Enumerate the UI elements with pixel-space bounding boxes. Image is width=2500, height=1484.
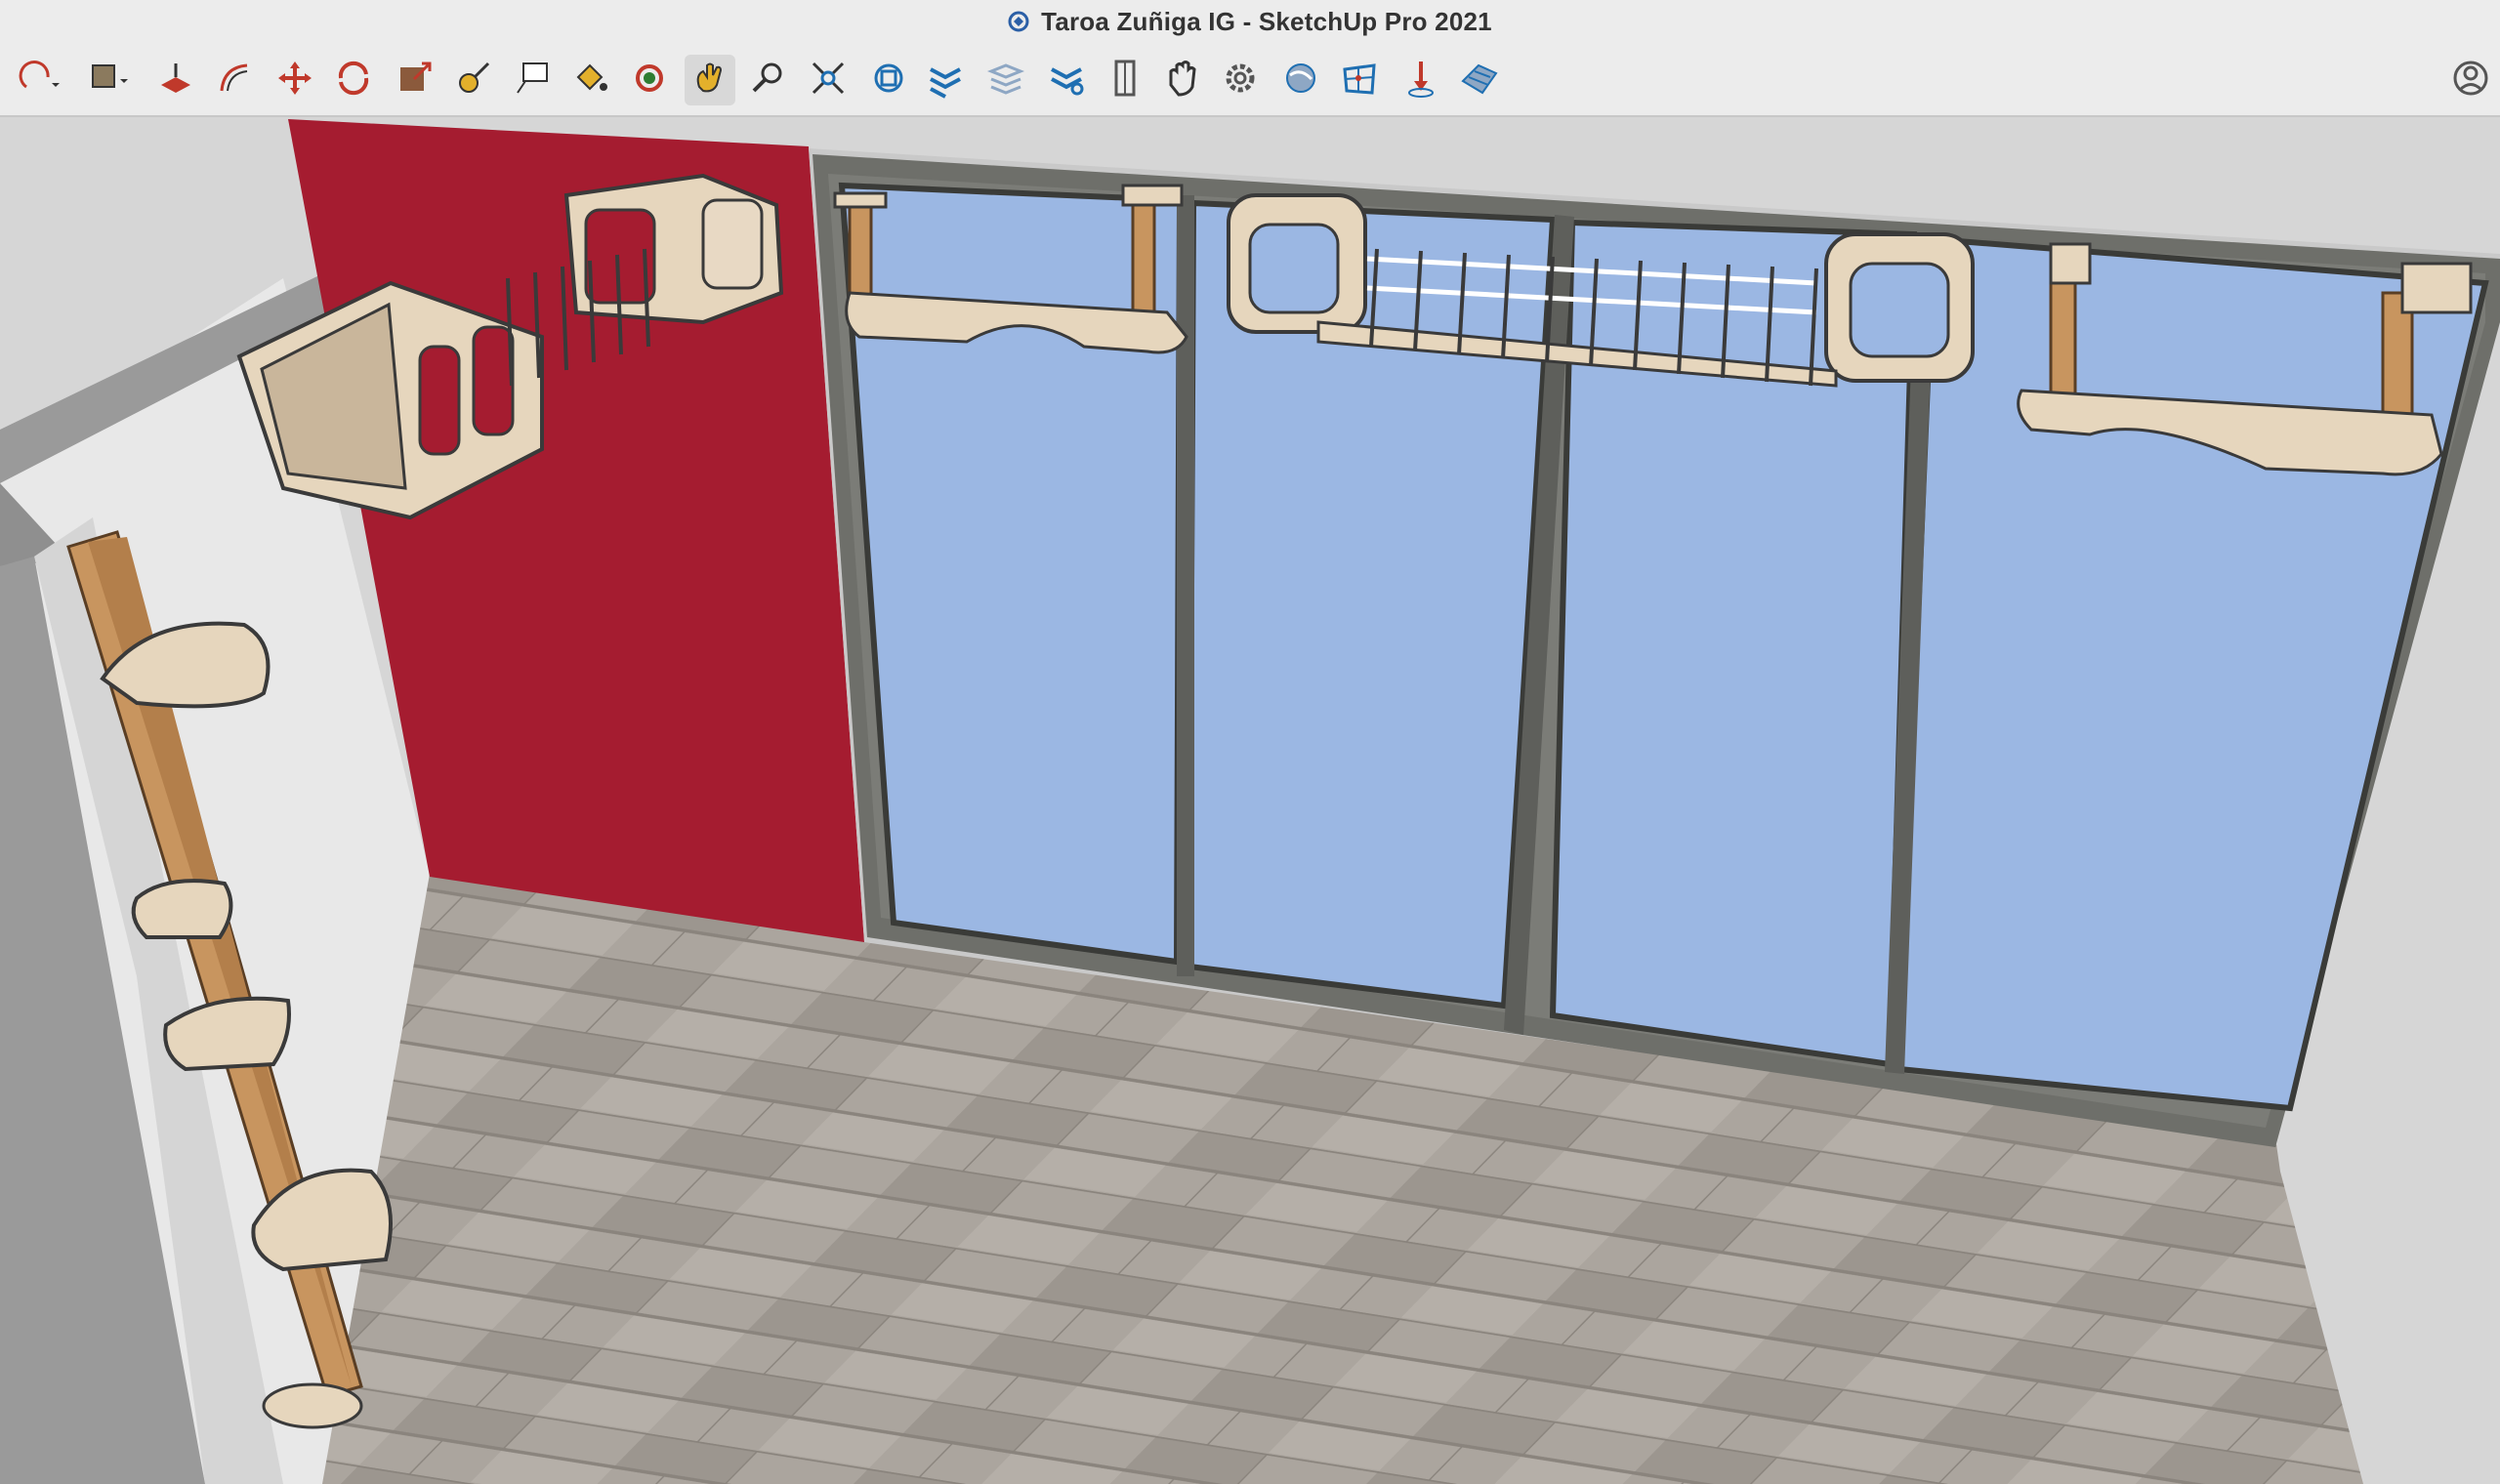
position-camera-icon [1104, 58, 1146, 103]
add-location-icon [1400, 58, 1441, 103]
title-bar: Taroa Zuñiga IG - SketchUp Pro 2021 [0, 0, 2500, 43]
window-title: Taroa Zuñiga IG - SketchUp Pro 2021 [1041, 6, 1492, 36]
zoom-icon [748, 58, 789, 103]
paint-bucket-button[interactable] [565, 55, 616, 105]
extension-warehouse-icon [925, 58, 966, 103]
extension-manager-button[interactable] [1041, 55, 1092, 105]
3d-warehouse-button[interactable] [863, 55, 914, 105]
tape-measure-button[interactable] [448, 55, 499, 105]
extension-warehouse-button[interactable] [920, 55, 971, 105]
push-pull-icon [155, 58, 196, 103]
rotate-icon [333, 58, 374, 103]
move-button[interactable] [270, 55, 320, 105]
geo-location-icon [1280, 58, 1321, 103]
orbit-button[interactable] [624, 55, 675, 105]
pan-icon [689, 58, 730, 103]
rotate-button[interactable] [328, 55, 379, 105]
walk-button[interactable] [1156, 55, 1207, 105]
layout-button[interactable] [980, 55, 1031, 105]
mullion [1177, 195, 1194, 976]
settings-icon [1220, 58, 1261, 103]
pan-button[interactable] [685, 55, 735, 105]
scale-button[interactable] [390, 55, 440, 105]
sketchup-logo-icon [1008, 11, 1029, 32]
zoom-extents-icon [808, 58, 849, 103]
scale-icon [395, 58, 436, 103]
arc-tool-icon [19, 58, 60, 103]
user-account-button[interactable] [2445, 55, 2496, 105]
offset-button[interactable] [209, 55, 260, 105]
terrain-icon [1459, 58, 1500, 103]
orbit-icon [629, 58, 670, 103]
terrain-button[interactable] [1454, 55, 1505, 105]
3d-warehouse-icon [868, 58, 909, 103]
zoom-button[interactable] [743, 55, 794, 105]
offset-icon [214, 58, 255, 103]
wall-cube-right [563, 173, 784, 325]
user-account-icon [2450, 58, 2491, 103]
text-icon [512, 58, 553, 103]
move-icon [274, 58, 315, 103]
position-camera-button[interactable] [1100, 55, 1150, 105]
main-toolbar [0, 43, 2500, 117]
zoom-extents-button[interactable] [803, 55, 854, 105]
arc-tool-button[interactable] [14, 55, 64, 105]
layout-icon [985, 58, 1026, 103]
settings-button[interactable] [1215, 55, 1266, 105]
paint-bucket-icon [570, 58, 611, 103]
tape-measure-icon [453, 58, 494, 103]
sandbox-icon [1339, 58, 1380, 103]
extension-manager-icon [1046, 58, 1087, 103]
shapes-tool-icon [87, 58, 128, 103]
sandbox-button[interactable] [1334, 55, 1385, 105]
shapes-tool-button[interactable] [82, 55, 133, 105]
push-pull-button[interactable] [150, 55, 201, 105]
add-location-button[interactable] [1396, 55, 1446, 105]
model-viewport[interactable] [0, 117, 2500, 1484]
geo-location-button[interactable] [1275, 55, 1326, 105]
walk-icon [1161, 58, 1202, 103]
text-button[interactable] [507, 55, 558, 105]
